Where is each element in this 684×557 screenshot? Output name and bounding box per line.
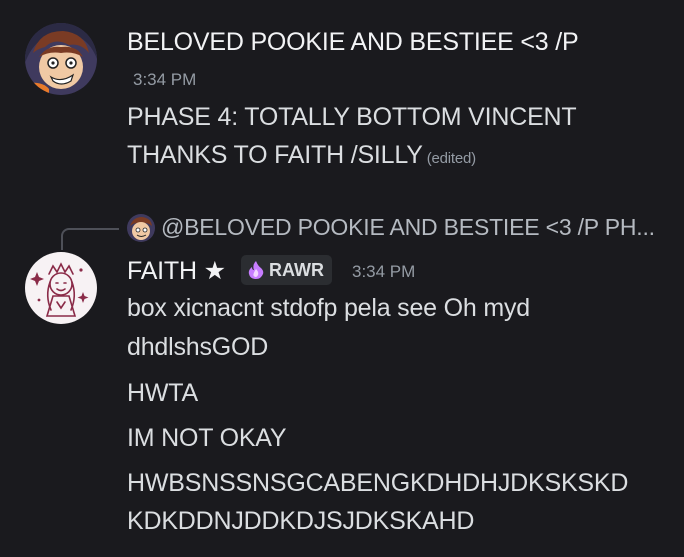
guild-tag-label: RAWR	[269, 259, 324, 280]
message-line: dhdlshsGOD	[127, 333, 269, 361]
avatar-faith[interactable]	[25, 252, 97, 324]
purple-flame-icon	[248, 261, 264, 279]
reply-connector	[61, 228, 119, 250]
reply-avatar[interactable]	[127, 214, 155, 242]
message-line: HWBSNSSNSGCABENGKDHDHJDKSKSKD	[127, 469, 629, 497]
message-timestamp: 3:34 PM	[352, 262, 416, 281]
message-line: box xicnacnt stdofp pela see Oh myd	[127, 294, 530, 322]
avatar-beloved-pookie[interactable]	[25, 23, 97, 95]
reply-preview-text[interactable]: @BELOVED POOKIE AND BESTIEE <3 /P PH...	[161, 214, 655, 241]
star-badge-icon: ★	[203, 257, 226, 285]
author-name[interactable]: FAITH ★	[127, 256, 226, 286]
message-line-text: THANKS TO FAITH /SILLY	[127, 141, 423, 169]
message-line: PHASE 4: TOTALLY BOTTOM VINCENT	[127, 103, 577, 131]
author-name-text: FAITH	[127, 257, 197, 285]
message-timestamp: 3:34 PM	[133, 70, 197, 89]
message-line: HWTA	[127, 379, 198, 407]
author-name[interactable]: BELOVED POOKIE AND BESTIEE <3 /P	[127, 28, 579, 57]
message-line: IM NOT OKAY	[127, 424, 287, 452]
message-line: KDKDDNJDDKDJSJDKSKAHD	[127, 507, 475, 535]
edited-label: (edited)	[426, 150, 476, 167]
message-line-with-edited: THANKS TO FAITH /SILLY (edited)	[127, 141, 476, 170]
guild-tag[interactable]: RAWR	[241, 255, 332, 285]
